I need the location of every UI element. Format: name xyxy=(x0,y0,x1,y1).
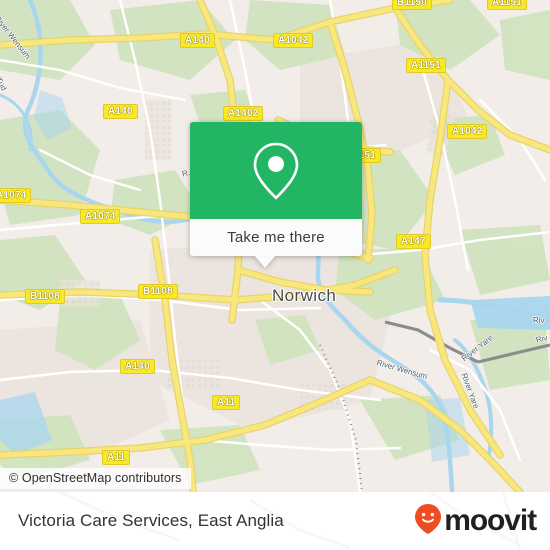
road-shield: B1108 xyxy=(138,284,178,299)
map-viewport[interactable]: A140 A1042 B1150 A1151 A1151 A140 A1402 … xyxy=(0,0,550,492)
popup-cta[interactable]: Take me there xyxy=(190,219,362,256)
road-shield: A147 xyxy=(396,234,431,249)
page-title: Victoria Care Services, East Anglia xyxy=(18,511,284,530)
location-pin-icon xyxy=(249,140,303,202)
moovit-smiley-pin-icon xyxy=(414,503,442,540)
road-shield: A140 xyxy=(103,104,138,119)
road-shield: A140 xyxy=(120,359,155,374)
road-shield: A1042 xyxy=(447,124,488,139)
popup-tail xyxy=(254,255,276,268)
popup-header xyxy=(190,122,362,219)
road-shield: A1074 xyxy=(0,188,32,203)
moovit-logo[interactable]: moovit xyxy=(414,503,537,540)
road-shield: A1151 xyxy=(487,0,527,10)
place-label-norwich: Norwich xyxy=(272,286,337,305)
map-attribution[interactable]: © OpenStreetMap contributors xyxy=(0,468,191,489)
river-label: Riv xyxy=(533,316,545,325)
location-popup[interactable]: Take me there xyxy=(190,122,362,268)
footer-bar: Victoria Care Services, East Anglia moov… xyxy=(0,492,550,550)
moovit-wordmark: moovit xyxy=(444,504,537,537)
road-shield: A1402 xyxy=(223,106,264,121)
road-shield: A11 xyxy=(102,450,131,465)
road-shield: B1108 xyxy=(25,289,65,304)
map-screenshot: A140 A1042 B1150 A1151 A1151 A140 A1402 … xyxy=(0,0,550,550)
popup-cta-label: Take me there xyxy=(227,229,325,246)
road-shield: A1074 xyxy=(80,209,121,224)
road-shield: A1151 xyxy=(406,58,446,73)
road-shield: A11 xyxy=(212,395,241,410)
road-shield: A140 xyxy=(180,33,215,48)
road-shield: B1150 xyxy=(392,0,432,10)
road-shield: A1042 xyxy=(273,33,314,48)
